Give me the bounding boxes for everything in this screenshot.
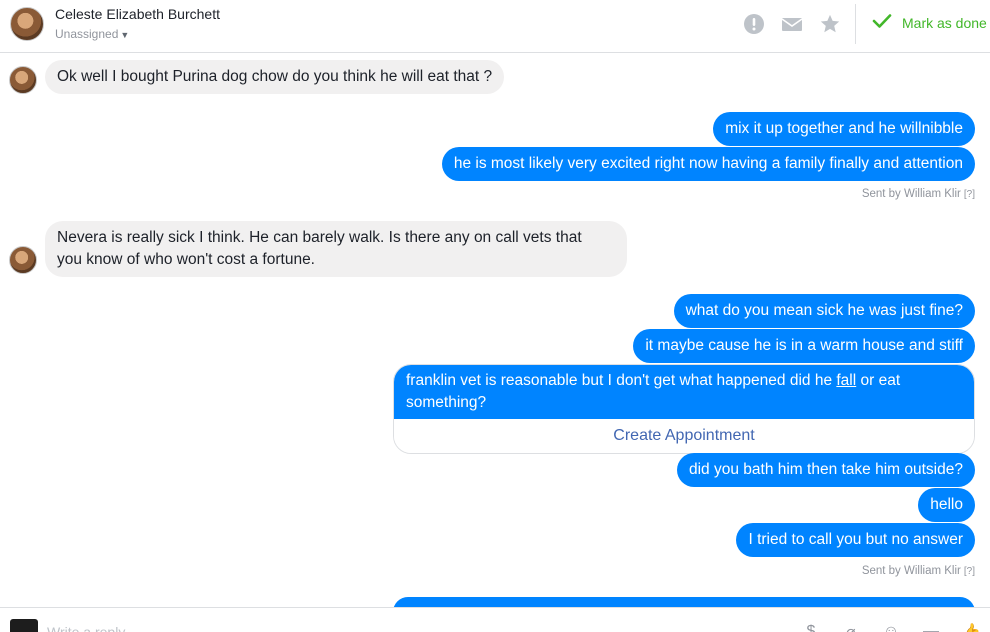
page-avatar [10, 619, 38, 632]
message-line: you know of who won't cost a fortune. [57, 251, 315, 268]
message-row: I tried to call you but no answer [736, 523, 975, 557]
contact-avatar[interactable] [10, 7, 44, 41]
assignment-label: Unassigned [55, 27, 119, 41]
message-row: mix it up together and he willnibble [713, 112, 975, 146]
outgoing-message[interactable]: mix it up together and he willnibble [713, 112, 975, 146]
mail-icon[interactable] [780, 12, 804, 36]
like-icon[interactable]: 👍 [960, 621, 982, 632]
dollar-icon[interactable]: $ [800, 621, 822, 632]
alert-icon[interactable] [742, 12, 766, 36]
message-line: Nevera is really sick I think. He can ba… [57, 229, 582, 246]
incoming-message[interactable]: Ok well I bought Purina dog chow do you … [45, 60, 505, 94]
star-icon[interactable] [818, 12, 842, 36]
message-row: did you bath him then take him outside? [676, 453, 975, 487]
outgoing-message[interactable]: franklin vet is reasonable but I don't g… [394, 365, 974, 419]
header-divider [855, 4, 856, 44]
emoji-icon[interactable]: ☺ [880, 621, 902, 632]
checkmark-icon [872, 13, 892, 32]
sent-by-text: Sent by William Klir [861, 565, 961, 577]
reply-input[interactable]: Write a reply... [47, 624, 136, 632]
outgoing-message[interactable]: he is most likely very excited right now… [441, 147, 975, 181]
message-row: it maybe cause he is in a warm house and… [633, 329, 975, 363]
sent-by-text: Sent by William Klir [861, 188, 961, 200]
mark-as-done-label: Mark as done [902, 14, 987, 31]
outgoing-message[interactable]: I tried to call you but no answer [736, 523, 975, 557]
outgoing-message[interactable]: hello [918, 488, 975, 522]
header-actions [742, 12, 842, 36]
outgoing-message[interactable]: did you bath him then take him outside? [676, 453, 975, 487]
outgoing-message-partial[interactable] [393, 597, 975, 607]
message-row: Ok well I bought Purina dog chow do you … [45, 60, 505, 94]
help-marker[interactable]: [?] [964, 189, 975, 200]
message-row: what do you mean sick he was just fine? [673, 294, 975, 328]
incoming-message[interactable]: Nevera is really sick I think. He can ba… [45, 221, 627, 277]
chevron-down-icon: ▼ [120, 30, 130, 40]
outgoing-message[interactable]: it maybe cause he is in a warm house and… [633, 329, 975, 363]
composer-actions: $ ⌀ ☺ ▬ 👍 [800, 621, 982, 632]
help-marker[interactable]: [?] [964, 566, 975, 577]
saved-reply-icon[interactable]: ▬ [920, 621, 942, 632]
message-thread[interactable]: Ok well I bought Purina dog chow do you … [0, 53, 990, 607]
message-link-text: fall [836, 372, 857, 389]
mark-as-done-button[interactable]: Mark as done [872, 13, 987, 32]
attachment-icon[interactable]: ⌀ [840, 621, 862, 632]
sent-by-label: Sent by William Klir [?] [862, 188, 975, 200]
message-text: franklin vet is reasonable but I don't g… [406, 372, 837, 389]
message-row: hello [918, 488, 975, 522]
outgoing-message[interactable]: what do you mean sick he was just fine? [673, 294, 975, 328]
message-row: Nevera is really sick I think. He can ba… [45, 221, 627, 277]
message-with-action-card: franklin vet is reasonable but I don't g… [393, 364, 975, 454]
reply-composer: Write a reply... $ ⌀ ☺ ▬ 👍 [0, 607, 990, 632]
create-appointment-button[interactable]: Create Appointment [394, 419, 974, 453]
contact-name[interactable]: Celeste Elizabeth Burchett [55, 6, 220, 22]
sent-by-label: Sent by William Klir [?] [862, 565, 975, 577]
conversation-header: Celeste Elizabeth Burchett Unassigned ▼ M… [0, 0, 990, 53]
incoming-avatar [9, 246, 37, 274]
incoming-avatar [9, 66, 37, 94]
message-row: he is most likely very excited right now… [441, 147, 975, 181]
assignment-dropdown[interactable]: Unassigned ▼ [55, 27, 129, 41]
